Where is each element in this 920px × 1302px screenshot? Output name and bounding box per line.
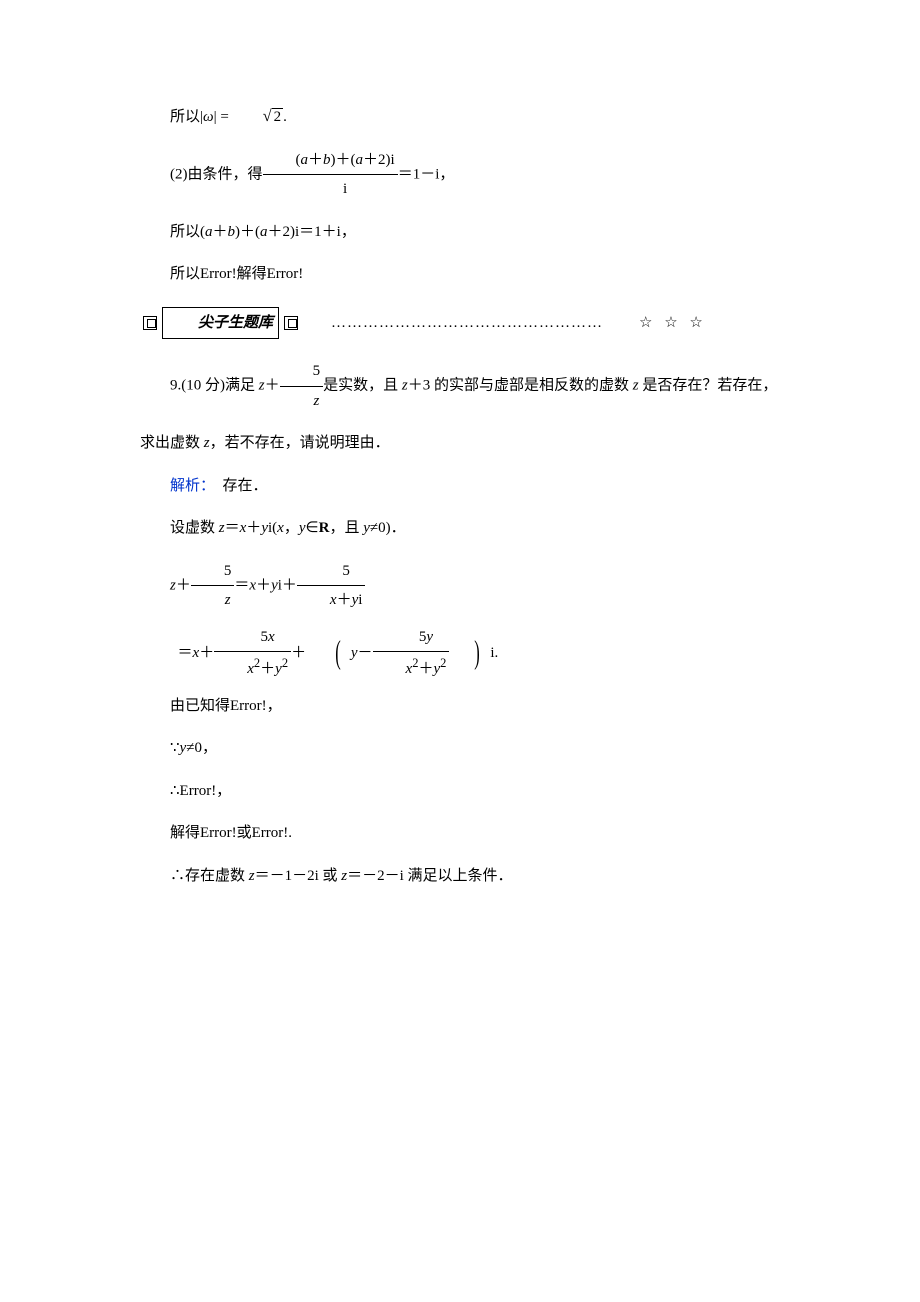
answer-header: 解析： 存在．	[140, 472, 780, 501]
section-divider: 尖子生题库 …………………………………………… ☆ ☆ ☆	[140, 307, 780, 340]
right-paren: )	[460, 640, 481, 666]
fraction: 5z	[280, 357, 324, 415]
text: 所以|	[170, 109, 203, 125]
radicand: 2	[272, 108, 284, 125]
step-6: ∴存在虚数 z＝－1－2i 或 z＝－2－i 满足以上条件．	[140, 862, 780, 891]
step-4: ∴Error!，	[140, 777, 780, 806]
solution-line-4: 所以Error!解得Error!	[140, 260, 780, 289]
var-omega: ω	[203, 109, 214, 125]
question-9-line2: 求出虚数 z，若不存在，请说明理由．	[140, 429, 780, 458]
box-icon	[143, 316, 157, 330]
step-3: ∵y≠0，	[140, 734, 780, 763]
box-icon	[284, 316, 298, 330]
solution-line-2: (2)由条件，得(a＋b)＋(a＋2)ii＝1－i，	[140, 146, 780, 204]
equation-1: z＋5z＝x＋yi＋5x＋yi	[140, 557, 780, 615]
step-5: 解得Error!或Error!.	[140, 819, 780, 848]
text: (2)由条件，得	[170, 166, 263, 182]
error-text: 所以Error!解得Error!	[170, 266, 303, 282]
text: | =	[214, 109, 229, 125]
answer-label: 解析：	[170, 478, 215, 494]
stars: ☆ ☆ ☆	[609, 309, 707, 338]
question-9-line1: 9.(10 分)满足 z＋5z是实数，且 z＋3 的实部与虚部是相反数的虚数 z…	[140, 357, 780, 415]
step-2: 由已知得Error!，	[140, 692, 780, 721]
dots: ……………………………………………	[301, 309, 603, 338]
solution-line-1: 所以|ω| = √2.	[140, 100, 780, 132]
sqrt-2: √2	[233, 100, 284, 132]
section-label: 尖子生题库	[162, 307, 279, 340]
text: .	[283, 109, 287, 125]
equation-2: ＝x＋5xx2＋y2＋ (y－5yx2＋y2)i.	[148, 623, 781, 684]
fraction: (a＋b)＋(a＋2)ii	[263, 146, 398, 204]
text: ＝1－i，	[398, 166, 455, 182]
solution-line-3: 所以(a＋b)＋(a＋2)i＝1＋i，	[140, 218, 780, 247]
left-paren: (	[320, 640, 341, 666]
step-1: 设虚数 z＝x＋yi(x，y∈R，且 y≠0)．	[140, 514, 780, 543]
